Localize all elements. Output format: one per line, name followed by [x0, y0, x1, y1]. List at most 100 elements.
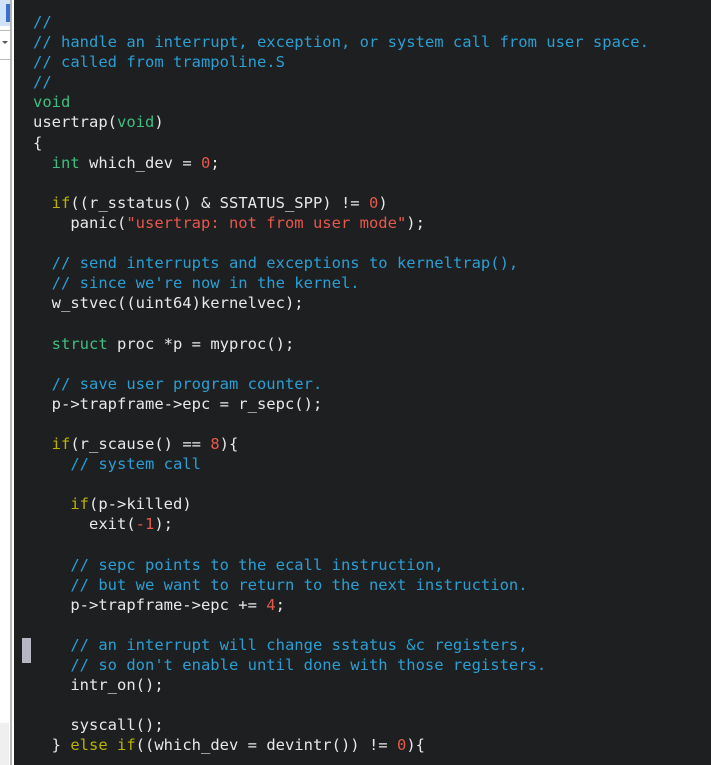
- code-token-txt: ){: [219, 434, 239, 453]
- code-token-txt: ;: [275, 595, 285, 614]
- code-token-ctl: if: [51, 434, 71, 453]
- code-token-ctl: else: [70, 736, 108, 755]
- code-line: panic("usertrap: not from user mode");: [14, 213, 711, 233]
- code-token-kw: void: [33, 93, 71, 112]
- code-token-txt: (r_scause() ==: [70, 434, 211, 453]
- code-line: syscall();: [14, 715, 711, 735]
- code-token-txt: p->trapframe->epc +=: [33, 595, 267, 614]
- code-line: exit(-1);: [14, 514, 711, 534]
- chevron-down-icon: [2, 41, 8, 44]
- chrome-divider: [10, 0, 12, 765]
- code-token-txt: );: [406, 213, 425, 232]
- code-token-cmt: // send interrupts and exceptions to ker…: [51, 254, 519, 273]
- code-line: intr_on();: [14, 675, 711, 695]
- code-token-kw: void: [117, 113, 155, 132]
- code-token-cmt: // an interrupt will change sstatus &c r…: [70, 635, 528, 654]
- code-token-txt: (p->killed): [89, 495, 192, 514]
- source-code[interactable]: // // handle an interrupt, exception, or …: [14, 12, 711, 755]
- code-token-txt: );: [154, 515, 173, 534]
- code-token-txt: which_dev =: [79, 153, 201, 172]
- code-line: // system call: [14, 454, 711, 474]
- code-token-ctl: if: [70, 495, 89, 514]
- code-token-ctl: if: [51, 193, 71, 212]
- code-line: p->trapframe->epc += 4;: [14, 595, 711, 615]
- code-token-cmt: // handle an interrupt, exception, or sy…: [33, 33, 649, 52]
- code-token-cmt: // system call: [70, 455, 201, 474]
- code-line: int which_dev = 0;: [14, 153, 711, 173]
- code-line: if(r_scause() == 8){: [14, 434, 711, 454]
- code-token-txt: syscall();: [33, 716, 164, 735]
- code-line: // save user program counter.: [14, 374, 711, 394]
- code-line: usertrap(void): [14, 112, 711, 132]
- code-token-num: 0: [396, 736, 407, 755]
- code-token-num: -1: [135, 515, 155, 534]
- code-line: // sepc points to the ecall instruction,: [14, 555, 711, 575]
- screen-root: // // handle an interrupt, exception, or …: [0, 0, 711, 765]
- code-token-kw: struct: [51, 334, 108, 353]
- code-token-txt: panic(: [33, 213, 127, 232]
- code-line: if((r_sstatus() & SSTATUS_SPP) != 0): [14, 193, 711, 213]
- code-token-txt: ){: [406, 736, 425, 755]
- code-line: // called from trampoline.S: [14, 52, 711, 72]
- code-token-txt: exit(: [33, 515, 136, 534]
- code-token-cmt: // called from trampoline.S: [33, 53, 285, 72]
- code-line: struct proc *p = myproc();: [14, 334, 711, 354]
- code-token-txt: proc *p = myproc();: [107, 334, 295, 353]
- code-token-cmt: //: [33, 13, 52, 31]
- code-line: // but we want to return to the next ins…: [14, 575, 711, 595]
- code-token-txt: }: [33, 736, 71, 755]
- code-token-txt: ((which_dev = devintr()) !=: [135, 736, 397, 755]
- code-token-cmt: // since we're now in the kernel.: [51, 274, 360, 293]
- code-token-txt: w_stvec((uint64)kernelvec);: [33, 294, 304, 313]
- code-line: p->trapframe->epc = r_sepc();: [14, 394, 711, 414]
- code-token-ctl: if: [117, 736, 136, 755]
- code-token-cmt: // save user program counter.: [51, 374, 323, 393]
- code-line: void: [14, 92, 711, 112]
- code-token-cmt: // but we want to return to the next ins…: [70, 575, 528, 594]
- code-editor-pane[interactable]: // // handle an interrupt, exception, or …: [14, 0, 711, 765]
- code-line: w_stvec((uint64)kernelvec);: [14, 293, 711, 313]
- code-token-txt: ((r_sstatus() & SSTATUS_SPP) !=: [70, 193, 369, 212]
- code-token-num: 4: [266, 595, 276, 614]
- code-token-txt: usertrap(: [33, 113, 117, 132]
- chrome-bottom-strip: [0, 723, 9, 765]
- code-token-num: 8: [210, 434, 220, 453]
- code-line: // an interrupt will change sstatus &c r…: [14, 635, 711, 655]
- code-token-txt: ): [154, 113, 164, 132]
- code-line: if(p->killed): [14, 494, 711, 514]
- code-line: } else if((which_dev = devintr()) != 0){: [14, 735, 711, 755]
- code-line: // send interrupts and exceptions to ker…: [14, 253, 711, 273]
- code-token-kw: int: [51, 153, 80, 172]
- code-token-txt: intr_on();: [33, 676, 164, 695]
- code-token-cmt: //: [33, 73, 52, 92]
- code-line: //: [14, 12, 711, 32]
- code-token-str: "usertrap: not from user mode": [126, 213, 407, 232]
- code-line: {: [14, 133, 711, 153]
- code-token-num: 0: [201, 153, 211, 172]
- code-token-cmt: // sepc points to the ecall instruction,: [70, 555, 444, 574]
- code-token-cmt: // so don't enable until done with those…: [70, 656, 547, 674]
- code-line: // since we're now in the kernel.: [14, 273, 711, 293]
- code-line: //: [14, 72, 711, 92]
- code-token-txt: p->trapframe->epc = r_sepc();: [33, 394, 323, 413]
